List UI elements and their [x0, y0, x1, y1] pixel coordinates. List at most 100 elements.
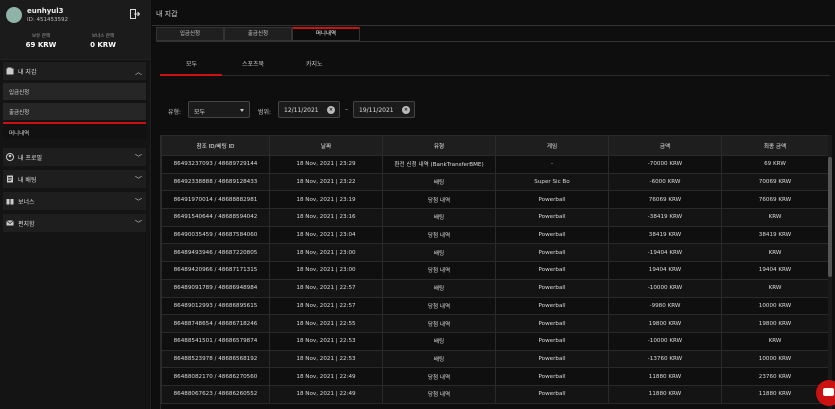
bonus-balance: 보너스 잔액 0 KRW: [68, 33, 138, 49]
table-cell: -10000 KRW: [608, 331, 722, 351]
clear-icon[interactable]: ×: [327, 106, 335, 114]
table-cell: Powerball: [495, 190, 609, 210]
date-to-value: 19/11/2021: [359, 107, 394, 114]
table-cell: 10000 KRW: [721, 296, 829, 316]
sidebar-subitem-label: 입금신청: [9, 90, 30, 96]
divider: [156, 41, 835, 42]
table-row: 86488082170 / 48686270560 18 Nov, 2021 | …: [161, 367, 829, 386]
table-cell: 76069 KRW: [608, 190, 722, 210]
table-row: 86489091789 / 48686948984 18 Nov, 2021 | …: [161, 278, 829, 298]
table-row: 86490035459 / 48687584060 18 Nov, 2021 | …: [161, 225, 829, 245]
table-cell: 86491970014 / 48688882981: [161, 190, 270, 210]
date-from-value: 12/11/2021: [284, 107, 319, 114]
chevron-down-icon: ﹀: [135, 176, 142, 184]
table-cell: 38419 KRW: [721, 225, 829, 245]
table-cell: 18 Nov, 2021 | 23:00: [269, 243, 383, 263]
table-cell: 86488082170 / 48686270560: [161, 367, 270, 386]
table-cell: 18 Nov, 2021 | 22:57: [269, 296, 383, 316]
sidebar-item-label: 내 배팅: [18, 177, 37, 184]
type-select[interactable]: 모두: [188, 101, 250, 118]
table-cell: 23760 KRW: [721, 367, 829, 386]
table-cell: 18 Nov, 2021 | 23:22: [269, 172, 383, 192]
sidebar-subitem-withdraw[interactable]: 출금신청: [3, 103, 146, 120]
table-cell: Super Sic Bo: [495, 172, 609, 192]
chevron-down-icon: ﹀: [135, 154, 142, 162]
sidebar-item-label: 내 지갑: [18, 69, 37, 76]
table-cell: 18 Nov, 2021 | 22:53: [269, 331, 383, 351]
table-cell: KRW: [721, 278, 829, 298]
table-cell: 배팅: [382, 349, 496, 369]
table-cell: Powerball: [495, 384, 609, 404]
sidebar-subitem-label: 출금신청: [9, 110, 30, 116]
table-cell: 당첨 내역: [382, 225, 496, 245]
subtab-all[interactable]: 모두: [186, 59, 197, 68]
sidebar-subitem-money-history[interactable]: 머니내역: [3, 122, 146, 139]
sidebar-subitem-deposit[interactable]: 입금신청: [3, 83, 146, 100]
chat-button[interactable]: [816, 380, 835, 406]
table-cell: Powerball: [495, 296, 609, 316]
column-header: 최종 금액: [721, 135, 829, 156]
subtab-sportsbook[interactable]: 스포츠북: [242, 59, 264, 68]
table-cell: Powerball: [495, 349, 609, 369]
gift-icon: [6, 199, 14, 205]
table-cell: 배팅: [382, 331, 496, 351]
subtab-casino[interactable]: 카지노: [306, 59, 323, 68]
table-row: 86489012993 / 48686895615 18 Nov, 2021 | …: [161, 296, 829, 316]
table-cell: 86489012993 / 48686895615: [161, 296, 270, 316]
table-cell: 배팅: [382, 243, 496, 263]
sidebar-item-bonus[interactable]: 보너스 ﹀: [3, 192, 146, 210]
logout-icon[interactable]: [130, 9, 140, 19]
table-cell: 18 Nov, 2021 | 22:55: [269, 314, 383, 333]
table-cell: 86490035459 / 48687584060: [161, 225, 270, 245]
chevron-down-icon: ﹀: [135, 198, 142, 206]
table-row: 86489420966 / 48687171315 18 Nov, 2021 | …: [161, 261, 829, 280]
date-to-input[interactable]: 19/11/2021 ×: [353, 101, 415, 118]
table-cell: 당첨 내역: [382, 314, 496, 333]
sidebar-item-messages[interactable]: 편지함 ﹀: [3, 214, 146, 232]
table-row: 86488541501 / 48686579874 18 Nov, 2021 | …: [161, 331, 829, 351]
tab-deposit[interactable]: 입금신청: [156, 27, 224, 41]
table-cell: KRW: [721, 208, 829, 227]
table-cell: 38419 KRW: [608, 225, 722, 245]
table-cell: 배팅: [382, 208, 496, 227]
table-cell: 당첨 내역: [382, 261, 496, 280]
table-cell: Powerball: [495, 208, 609, 227]
table-cell: 18 Nov, 2021 | 23:16: [269, 208, 383, 227]
table-cell: Powerball: [495, 261, 609, 280]
scrollbar-thumb[interactable]: [828, 157, 832, 277]
avatar[interactable]: [6, 7, 22, 23]
table-cell: 86489091789 / 48686948984: [161, 278, 270, 298]
date-from-input[interactable]: 12/11/2021 ×: [278, 101, 340, 118]
main-balance: 보유 잔액 69 KRW: [6, 33, 76, 49]
table-cell: 86488523978 / 48686568192: [161, 349, 270, 369]
tab-money-history[interactable]: 머니내역: [292, 27, 360, 41]
table-cell: 당첨 내역: [382, 190, 496, 210]
table-cell: Powerball: [495, 243, 609, 263]
table-cell: 76069 KRW: [721, 190, 829, 210]
clear-icon[interactable]: ×: [402, 106, 410, 114]
sidebar-item-bets[interactable]: 내 배팅 ﹀: [3, 170, 146, 188]
table-cell: 86491540644 / 48688594042: [161, 208, 270, 227]
chevron-up-icon: ︿: [135, 68, 142, 76]
table-cell: 11880 KRW: [608, 367, 722, 386]
subtab-bar: 모두 스포츠북 카지노: [160, 54, 830, 76]
tab-withdraw[interactable]: 출금신청: [224, 27, 292, 41]
table-cell: KRW: [721, 243, 829, 263]
table-cell: 69 KRW: [721, 155, 829, 174]
table-row: 86491540644 / 48688594042 18 Nov, 2021 | …: [161, 208, 829, 227]
user-panel: eunhyul3 ID: 451453592 보유 잔액 69 KRW 보너스 …: [0, 0, 150, 60]
table-cell: 18 Nov, 2021 | 22:49: [269, 384, 383, 404]
scrollbar[interactable]: [828, 135, 832, 409]
table-cell: 19800 KRW: [608, 314, 722, 333]
table-cell: 환전 신청 내역 (BankTransferBME): [382, 155, 496, 174]
table-cell: 11880 KRW: [608, 384, 722, 404]
table-cell: -38419 KRW: [608, 208, 722, 227]
sidebar-item-profile[interactable]: 내 프로필 ﹀: [3, 148, 146, 166]
table-cell: 10000 KRW: [721, 349, 829, 369]
sidebar-item-wallet[interactable]: 내 지갑 ︿: [3, 62, 146, 80]
type-select-value: 모두: [194, 109, 206, 116]
table-cell: Powerball: [495, 331, 609, 351]
sidebar-subitem-label: 머니내역: [9, 131, 30, 137]
table-cell: 배팅: [382, 278, 496, 298]
table-cell: 11880 KRW: [721, 384, 829, 404]
